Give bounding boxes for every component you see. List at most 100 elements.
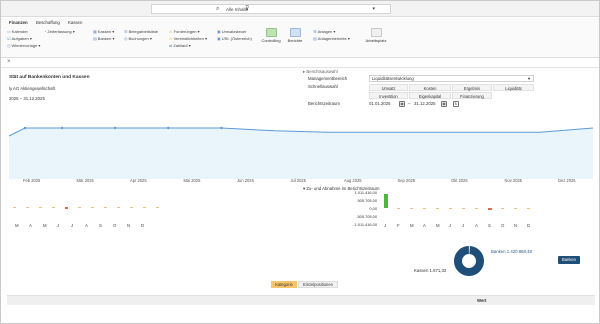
bar[interactable] xyxy=(488,208,492,210)
strip-mark xyxy=(78,207,81,208)
ribbon-verbindlichkeiten[interactable]: ⚠Verbindlichkeiten ▾ xyxy=(169,36,207,42)
date-from-field[interactable]: 01.01.2025 xyxy=(369,100,391,107)
line-point[interactable] xyxy=(220,126,223,130)
month-label: S xyxy=(99,223,102,228)
calendar-icon[interactable]: ▦ xyxy=(399,101,405,107)
ribbon-anlagenberichte[interactable]: ▤Anlagenberichte ▾ xyxy=(313,36,350,42)
report-selection-header[interactable]: ▸ Berichtsauswahl xyxy=(303,69,338,75)
menu-kassen[interactable]: Kassen xyxy=(68,18,82,27)
bar[interactable] xyxy=(436,208,439,209)
month-label: N xyxy=(127,223,131,228)
bar[interactable] xyxy=(501,208,504,209)
arbeitsplatz-button[interactable]: Arbeitsplatz xyxy=(361,28,391,43)
quick-umsatz[interactable]: Umsatz xyxy=(369,84,408,91)
strip-mark xyxy=(91,207,94,208)
x-tick-label: Dez 2025 xyxy=(558,178,576,183)
x-tick-label: Nov 2025 xyxy=(504,178,523,183)
strip-mark xyxy=(156,207,159,208)
y-tick-label: 0,00 xyxy=(369,206,377,211)
app-window: ⌕ Alle Inhalte ⊽ ▾ Finanzen Beschaffung … xyxy=(0,0,600,324)
quick-ergebnis[interactable]: Ergebnis xyxy=(452,84,492,91)
x-tick-label: Mär 2025 xyxy=(76,178,94,183)
bar[interactable] xyxy=(527,208,530,209)
strip-mark xyxy=(143,207,146,208)
ribbon-kalender[interactable]: ▭Kalender xyxy=(7,29,28,35)
bar[interactable] xyxy=(514,208,517,209)
legend-banken-button[interactable]: Banken xyxy=(558,256,580,264)
ribbon-wiedervorlage[interactable]: ◷Wiedervorlage ▾ xyxy=(7,43,40,49)
berichte-button[interactable]: Berichte xyxy=(285,28,305,43)
ribbon-umsatzsteuer[interactable]: ▣Umsatzsteuer xyxy=(217,29,246,35)
bar[interactable] xyxy=(384,194,388,208)
controlling-icon xyxy=(265,28,277,37)
bank-icon: ▤ xyxy=(93,36,97,41)
ribbon-kassen[interactable]: ▦Kassen ▾ xyxy=(93,29,114,35)
y-tick-label: 505.705,00 xyxy=(357,198,377,203)
menu-finanzen[interactable]: Finanzen xyxy=(9,18,28,27)
chevron-down-icon: ▾ xyxy=(527,76,530,81)
bar-category-label: A xyxy=(475,223,478,228)
line-point[interactable] xyxy=(167,126,170,130)
y-tick-label: -1.011.416,00 xyxy=(353,222,377,227)
ribbon-anlagen[interactable]: ⚒Anlagen ▾ xyxy=(313,29,335,35)
chevron-down-icon[interactable]: ▾ xyxy=(372,5,375,14)
ribbon-buchungen[interactable]: ◎Buchungen ▾ xyxy=(124,36,152,42)
workspace-icon xyxy=(370,28,382,37)
strip-mark xyxy=(39,207,42,208)
tab-einzelpositionen[interactable]: Einzelpositionen xyxy=(298,281,338,288)
close-icon[interactable]: × xyxy=(7,59,11,65)
mgmt-select[interactable]: Liquiditätsentwicklung ▾ xyxy=(369,75,534,82)
date-range-label: 2025 – 31.12.2025 xyxy=(9,96,45,101)
tax-at-icon: ▣ xyxy=(217,36,221,41)
payment-run-icon: ⇄ xyxy=(169,43,173,48)
quick-finanzierung[interactable]: Finanzierung xyxy=(452,92,492,99)
x-tick-label: Aug 2025 xyxy=(344,178,362,183)
quick-investition[interactable]: Investition xyxy=(369,92,408,99)
y-tick-label: 1.011.416,00 xyxy=(354,190,377,195)
line-area xyxy=(9,128,593,179)
date-separator: – xyxy=(408,101,411,106)
line-point[interactable] xyxy=(23,126,27,130)
top-bar: ⌕ Alle Inhalte ⊽ ▾ xyxy=(1,1,599,17)
ribbon-banken[interactable]: ▤Banken ▾ xyxy=(93,36,114,42)
strip-mark xyxy=(117,207,120,208)
task-icon: ☑ xyxy=(7,36,11,41)
line-point[interactable] xyxy=(113,126,117,130)
controlling-button[interactable]: Controlling xyxy=(259,28,283,43)
menu-beschaffung[interactable]: Beschaffung xyxy=(36,18,60,27)
y-tick-label: -505.705,00 xyxy=(356,214,377,219)
company-name: ly AG Aktiengesellschaft xyxy=(9,86,55,91)
strip-mark xyxy=(130,207,133,208)
quick-liquiditaet[interactable]: Liquidität xyxy=(493,84,534,91)
tab-kategorie[interactable]: Kategorie xyxy=(271,281,297,288)
bar[interactable] xyxy=(397,208,400,209)
bar[interactable] xyxy=(475,208,478,209)
bar[interactable] xyxy=(423,208,426,209)
strip-mark xyxy=(26,207,29,208)
month-label: A xyxy=(85,223,88,228)
x-tick-label: Mai 2025 xyxy=(183,178,201,183)
filter-icon[interactable]: ⊽ xyxy=(245,6,249,13)
ribbon-forderungen[interactable]: ⚠Forderungen ▾ xyxy=(169,29,200,35)
refresh-icon[interactable]: ↻ xyxy=(453,101,459,107)
line-point[interactable] xyxy=(60,126,64,130)
calendar-icon[interactable]: ▦ xyxy=(441,101,447,107)
ribbon-zeiterfassung[interactable]: ◔Zeiterfassung ▾ xyxy=(44,29,75,35)
ribbon-aufgaben[interactable]: ☑Aufgaben ▾ xyxy=(7,36,32,42)
ribbon-ust-oesterreich[interactable]: ▣USt. (Österreich) xyxy=(217,36,252,42)
ribbon-zahllauf[interactable]: ⇄Zahllauf ▾ xyxy=(169,43,191,49)
bar-category-label: J xyxy=(384,223,387,228)
ribbon-belegarbeitsliste[interactable]: ☰Belegarbeitsliste xyxy=(124,29,158,35)
bar[interactable] xyxy=(410,208,413,209)
bar-category-label: D xyxy=(527,223,531,228)
month-label: D xyxy=(141,223,145,228)
quick-eigenkapital[interactable]: Eigenkapital xyxy=(409,92,451,99)
quick-kosten[interactable]: Kosten xyxy=(409,84,451,91)
bar-category-label: S xyxy=(488,223,491,228)
bar[interactable] xyxy=(462,208,465,209)
month-label: J xyxy=(57,223,60,228)
search-input[interactable]: ⌕ Alle Inhalte ⊽ ▾ xyxy=(151,4,391,14)
report-icon xyxy=(289,28,301,37)
bar[interactable] xyxy=(449,208,452,209)
date-to-field[interactable]: 31.12.2025 xyxy=(414,100,436,107)
